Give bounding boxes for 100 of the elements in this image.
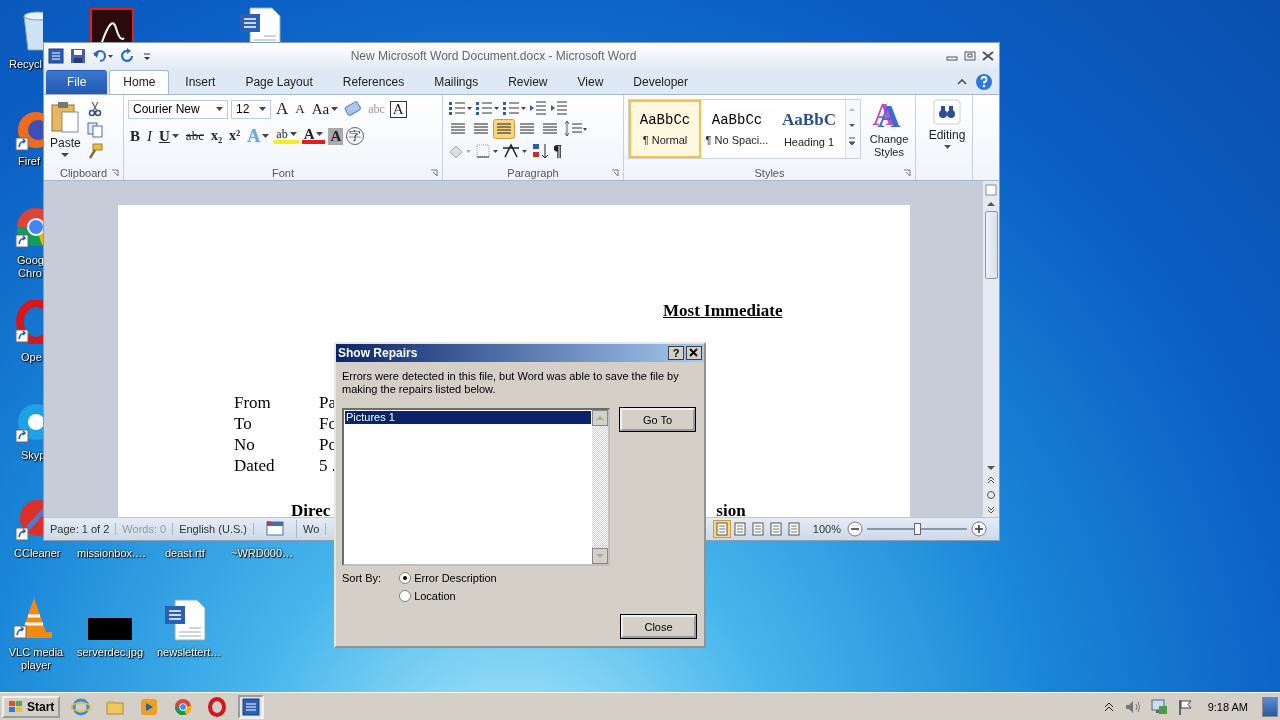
document-heading: Most Immediate [663,301,783,321]
format-button[interactable]: ab [274,128,299,144]
format-button[interactable]: U [157,126,181,146]
desktop-icon-label[interactable]: Firef [18,155,40,168]
help-icon[interactable] [975,72,993,91]
subject-text: sion [716,501,746,517]
format-button[interactable]: Aa [309,99,341,119]
dialog-launcher-icon[interactable] [430,169,438,177]
radio-option[interactable]: Error Description [399,572,497,584]
ribbon-tab[interactable]: View [563,70,618,94]
list-icon[interactable] [447,99,473,117]
desktop-icon-label[interactable]: VLC media player [8,646,64,672]
ring-icon[interactable] [14,300,43,344]
scroll-thumb[interactable] [984,211,998,279]
scissors-icon[interactable] [86,101,103,117]
pdf-file-icon[interactable] [90,8,134,42]
ribbon-tab[interactable]: Review [494,70,562,94]
brush-icon[interactable] [86,143,103,159]
style-item[interactable]: AaBbCc ¶ Normal [629,100,701,158]
browse-object-icon[interactable] [984,489,998,501]
zoom-level[interactable]: 100% [812,523,841,535]
sort-label: Sort By: [342,572,382,586]
undo-icon[interactable] [92,48,114,64]
maximize-icon[interactable] [963,50,977,62]
copy-icon[interactable] [86,122,103,138]
ribbon-tab[interactable]: Home [109,70,170,94]
paste-button[interactable]: Paste [48,99,83,165]
zoom-in-icon[interactable] [971,521,987,537]
close-button[interactable]: Close [621,615,696,638]
window-title: New Microsoft Word Document.docx - Microsoft Word [349,49,638,63]
group-label: Font [272,166,294,179]
format-button[interactable]: B [128,126,142,146]
format-button[interactable]: A [328,127,344,145]
close-icon[interactable] [686,346,702,360]
font-size-field[interactable]: 12 [231,99,271,119]
ribbon-tab[interactable]: Developer [619,70,702,94]
page-count[interactable]: Page: 1 of 2 [44,523,117,535]
format-button[interactable]: abc [183,126,206,146]
group-label: Paragraph [507,166,559,179]
dialog-launcher-icon[interactable] [903,169,911,177]
show-formatting-button[interactable]: ¶ [551,141,565,161]
list-icon[interactable] [501,99,527,117]
document-icon[interactable] [48,48,64,64]
ribbon-tab[interactable]: File [46,70,108,94]
text-direction-icon[interactable] [501,142,529,160]
start-button[interactable]: Start [2,695,61,718]
format-button[interactable]: A [293,99,307,119]
format-button[interactable]: A [274,99,291,119]
dialog-launcher-icon[interactable] [111,169,119,177]
format-button[interactable]: I [145,126,154,146]
group-label: Styles [754,166,785,179]
borders-icon[interactable] [474,142,500,160]
ribbon-tab[interactable]: References [328,70,419,94]
style-item[interactable]: AaBbC Heading 1 [773,100,845,158]
radio-option[interactable]: Location [399,590,497,602]
view-button[interactable] [712,520,731,538]
indent-icon[interactable] [549,99,569,117]
caret-icon [331,107,339,111]
redo-icon[interactable] [120,48,136,64]
show-desktop-button[interactable] [1262,696,1278,717]
caret-icon [289,132,297,136]
caret-icon [259,107,266,111]
list-item[interactable]: Pictures 1 [345,411,591,424]
cleaner-icon[interactable] [14,498,43,542]
change-styles-button[interactable]: A Change Styles [867,99,911,159]
indent-icon[interactable] [528,99,548,117]
line-spacing-icon[interactable] [562,119,588,139]
field-label: Dated [234,456,276,475]
subject-text: Direc [291,501,331,517]
ribbon-tab[interactable]: Mailings [420,70,493,94]
go-to-button[interactable]: Go To [620,408,695,431]
editing-button[interactable]: Editing [922,99,972,149]
caret-icon [316,132,324,136]
field-label: From [234,393,272,412]
slider-thumb[interactable] [914,523,921,535]
desktop-icon-label[interactable]: Recycl [9,58,42,71]
desktop-icon-label[interactable]: Goog Chro [17,254,43,280]
sort-icon[interactable] [530,142,550,160]
dialog-launcher-icon[interactable] [611,169,619,177]
ribbon-tab[interactable]: Insert [171,70,230,94]
format-button[interactable]: x² [227,126,243,146]
mode-indicator[interactable]: Wo [297,523,327,535]
binoculars-icon [933,99,961,125]
format-button[interactable]: x₂ [208,126,225,146]
desktop-icon-label[interactable]: CCleaner [14,547,61,560]
clock[interactable]: 9:18 AM [1201,700,1254,713]
ribbon-tab[interactable]: Page Layout [231,70,327,94]
font-name-field[interactable]: Courier New [128,99,228,119]
list-icon[interactable] [474,99,500,117]
network-icon[interactable] [1149,697,1168,716]
format-button[interactable]: A [389,100,407,118]
clipboard-icon [50,101,81,133]
zoom-out-icon[interactable] [847,521,863,537]
close-icon[interactable] [981,50,995,62]
language-indicator[interactable]: English (U.S.) [173,523,254,535]
save-icon[interactable] [70,48,86,64]
help-button[interactable]: ? [668,346,684,360]
style-item[interactable]: AaBbCc ¶ No Spaci... [701,100,773,158]
desktop-icon-label[interactable]: Ope [21,351,42,364]
document-icon[interactable] [163,598,207,642]
